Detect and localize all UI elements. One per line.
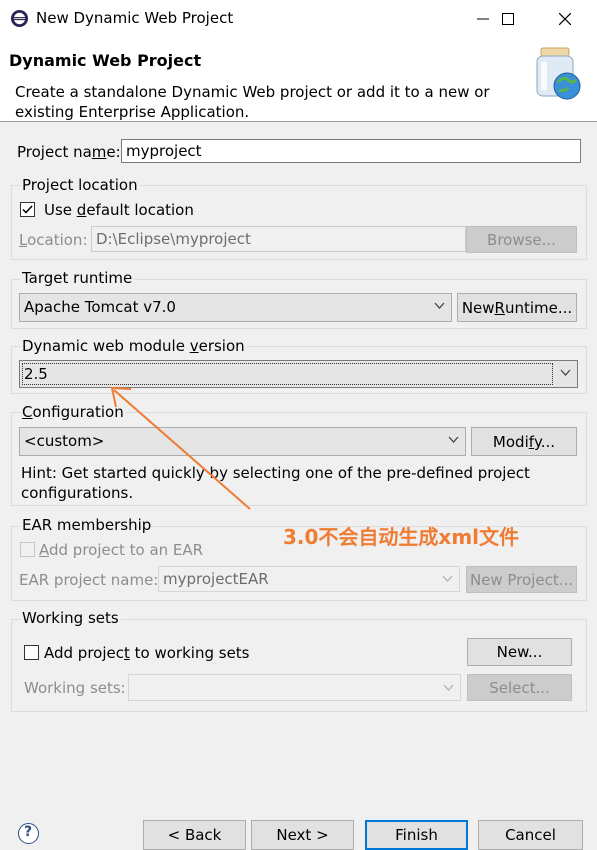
back-button[interactable]: < Back [143, 820, 246, 850]
annotation-text: 3.0不会自动生成xml文件 [283, 525, 520, 549]
help-button[interactable]: ? [18, 823, 39, 844]
finish-button[interactable]: Finish [365, 820, 468, 850]
cancel-button[interactable]: Cancel [478, 820, 583, 850]
next-button[interactable]: Next > [251, 820, 354, 850]
help-icon: ? [24, 824, 33, 840]
annotation-arrow [110, 386, 251, 510]
